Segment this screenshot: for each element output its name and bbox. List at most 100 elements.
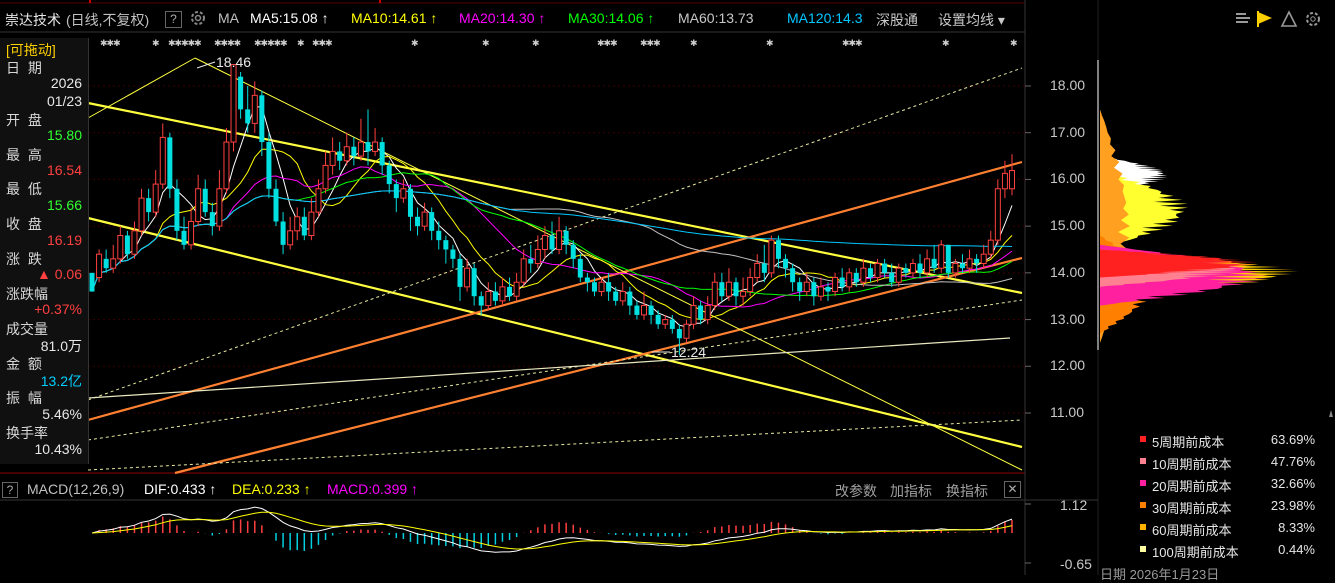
low-value: 15.66 bbox=[46, 197, 82, 213]
candle bbox=[351, 137, 357, 166]
price-axis-label: 12.00 bbox=[1050, 357, 1086, 374]
candle bbox=[400, 179, 407, 203]
candle bbox=[655, 310, 661, 329]
signal-star-icon: ✱✱✱ bbox=[842, 38, 862, 48]
ma5-line bbox=[91, 106, 1013, 328]
legend-name: 100周期前成本 bbox=[1152, 545, 1239, 560]
signal-star-icon: ✱✱✱ bbox=[640, 38, 660, 48]
bar-list-icon[interactable] bbox=[1236, 13, 1250, 23]
candle bbox=[223, 128, 230, 194]
candle bbox=[266, 132, 272, 199]
switch-indicator-button[interactable]: 换指标 bbox=[946, 481, 988, 501]
signal-star-icon: ✱✱✱ bbox=[312, 38, 332, 48]
close-panel-button[interactable]: ✕ bbox=[1004, 481, 1021, 498]
legend-pct: 8.33% bbox=[1278, 520, 1315, 535]
draggable-label[interactable]: [可拖动] bbox=[6, 40, 56, 60]
legend-name: 5周期前成本 bbox=[1152, 435, 1225, 450]
macd-toolbar: ? MACD(12,26,9) DIF:0.433 ↑ DEA:0.233 ↑ … bbox=[0, 479, 1025, 499]
macd-panel bbox=[91, 503, 1031, 564]
candle bbox=[308, 198, 315, 241]
candle bbox=[499, 277, 506, 306]
turnover-value: 10.43% bbox=[34, 441, 82, 457]
legend-color-swatch bbox=[1140, 458, 1146, 464]
candle bbox=[909, 258, 916, 278]
legend-pct: 32.66% bbox=[1270, 476, 1315, 491]
signal-star-icon: ✱ bbox=[152, 38, 159, 48]
candle bbox=[301, 207, 307, 241]
candle bbox=[513, 272, 520, 301]
candle bbox=[938, 240, 945, 273]
candle bbox=[407, 184, 413, 231]
modify-params-button[interactable]: 改参数 bbox=[835, 481, 877, 501]
candle bbox=[882, 258, 888, 278]
candle bbox=[230, 64, 237, 152]
dotted-line-3 bbox=[87, 419, 1023, 471]
cost-legend-row: 30周期前成本 23.98% bbox=[1128, 496, 1323, 516]
candle bbox=[846, 268, 853, 292]
candle bbox=[797, 277, 803, 301]
high-mark-label: 18.46 bbox=[216, 54, 251, 70]
candle bbox=[931, 244, 937, 273]
signal-star-icon: ✱ bbox=[690, 38, 697, 48]
candle bbox=[924, 249, 931, 278]
amount-label: 金 额 bbox=[6, 356, 44, 372]
macd-axis-label: 1.12 bbox=[1060, 497, 1088, 513]
legend-pct: 47.76% bbox=[1270, 454, 1315, 469]
cost-legend-row: 60周期前成本 8.33% bbox=[1128, 518, 1323, 538]
candle bbox=[167, 132, 173, 199]
quote-info-panel[interactable]: [可拖动] 日 期 2026 01/23 开 盘 15.80 最 高 16.54… bbox=[0, 38, 89, 464]
candle bbox=[450, 244, 456, 269]
dea-value: DEA:0.233 ↑ bbox=[232, 481, 311, 497]
signal-star-icon: ✱ bbox=[1010, 38, 1017, 48]
candle bbox=[259, 90, 265, 157]
triangle-icon[interactable] bbox=[1280, 10, 1298, 27]
macd-title[interactable]: MACD(12,26,9) bbox=[27, 481, 124, 497]
chip-distribution bbox=[1097, 60, 1299, 350]
right-tool-icons[interactable] bbox=[1236, 10, 1320, 27]
signal-star-icon: ✱✱✱✱ bbox=[214, 38, 241, 48]
cost-legend-row: 5周期前成本 63.69% bbox=[1128, 430, 1323, 450]
candle bbox=[322, 151, 329, 194]
scroll-handle-icon[interactable] bbox=[1329, 410, 1333, 417]
candle bbox=[775, 235, 781, 269]
candle bbox=[711, 272, 718, 311]
orange-lower-line bbox=[174, 256, 1023, 475]
candle bbox=[860, 258, 867, 287]
candle bbox=[570, 240, 576, 269]
candle bbox=[379, 137, 385, 175]
legend-name: 30周期前成本 bbox=[1152, 501, 1232, 516]
flag-icon[interactable] bbox=[1257, 11, 1272, 27]
candle bbox=[959, 254, 965, 273]
candle bbox=[365, 109, 371, 166]
candle bbox=[131, 221, 138, 259]
signal-star-icon: ✱ bbox=[411, 38, 418, 48]
low-mark-label: 12.24 bbox=[671, 344, 706, 360]
candle bbox=[202, 179, 208, 217]
dotted-line-1 bbox=[87, 299, 1023, 441]
candle bbox=[867, 263, 873, 283]
candle bbox=[238, 71, 244, 119]
candle bbox=[124, 230, 130, 259]
legend-pct: 23.98% bbox=[1270, 498, 1315, 513]
macd-help-button[interactable]: ? bbox=[2, 482, 18, 498]
legend-name: 20周期前成本 bbox=[1152, 479, 1232, 494]
candle bbox=[790, 263, 796, 292]
candle bbox=[294, 207, 301, 241]
candle bbox=[980, 244, 987, 269]
candle bbox=[945, 244, 951, 278]
cost-legend-row: 20周期前成本 32.66% bbox=[1128, 474, 1323, 494]
candle bbox=[471, 263, 477, 306]
candle bbox=[110, 244, 117, 273]
candle bbox=[648, 300, 654, 325]
legend-name: 10周期前成本 bbox=[1152, 457, 1232, 472]
add-indicator-button[interactable]: 加指标 bbox=[890, 481, 932, 501]
price-axis-label: 13.00 bbox=[1050, 310, 1086, 327]
candle bbox=[832, 272, 839, 297]
candle bbox=[690, 296, 697, 329]
cost-legend-row: 10周期前成本 47.76% bbox=[1128, 452, 1323, 472]
gear-icon[interactable] bbox=[1306, 12, 1320, 26]
light-line bbox=[87, 337, 1011, 399]
change-pct-value: +0.37% bbox=[34, 301, 82, 317]
candle bbox=[103, 249, 109, 273]
signal-star-icon: ✱✱✱ bbox=[597, 38, 617, 48]
